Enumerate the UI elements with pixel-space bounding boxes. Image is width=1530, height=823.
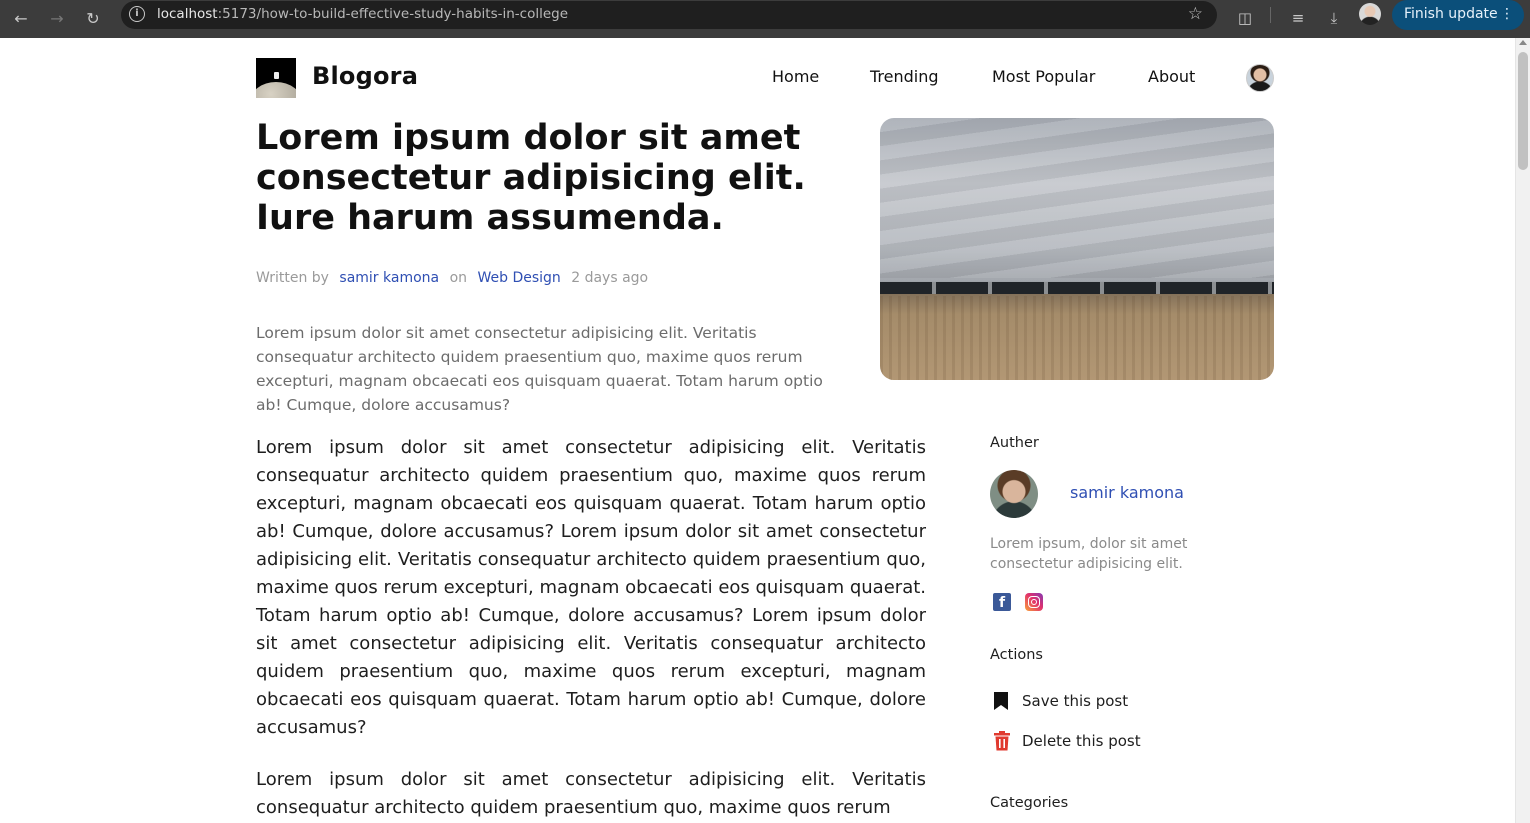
- post-cover-image: [880, 118, 1274, 380]
- download-icon[interactable]: ⤓: [1320, 4, 1348, 32]
- bookmark-star-icon[interactable]: ☆: [1188, 4, 1203, 24]
- meta-time: 2 days ago: [571, 270, 649, 286]
- nav-about[interactable]: About: [1148, 67, 1195, 86]
- more-menu-icon[interactable]: ⋮: [1500, 0, 1514, 28]
- post-paragraph: Lorem ipsum dolor sit amet consectetur a…: [256, 769, 926, 818]
- finish-update-button[interactable]: Finish update ⋮: [1392, 0, 1524, 30]
- forward-icon[interactable]: →: [42, 4, 72, 34]
- delete-post-label: Delete this post: [1022, 732, 1141, 750]
- back-icon[interactable]: ←: [6, 4, 36, 34]
- post-paragraph: Lorem ipsum dolor sit amet consectetur a…: [256, 437, 926, 738]
- nav-trending[interactable]: Trending: [870, 67, 939, 86]
- page-scrollbar[interactable]: [1515, 38, 1530, 823]
- post-excerpt: Lorem ipsum dolor sit amet consectetur a…: [256, 324, 823, 414]
- user-avatar[interactable]: [1246, 64, 1274, 92]
- author-heading: Auther: [990, 435, 1039, 451]
- address-bar[interactable]: i localhost:5173/how-to-build-effective-…: [121, 1, 1217, 29]
- meta-category-link[interactable]: Web Design: [477, 270, 560, 286]
- toolbar-divider: [1270, 7, 1271, 23]
- site-brand[interactable]: Blogora: [312, 62, 418, 90]
- author-bio: Lorem ipsum, dolor sit amet consectetur …: [990, 536, 1188, 572]
- instagram-icon[interactable]: [1025, 593, 1043, 611]
- trash-icon: [994, 731, 1010, 751]
- author-name-link[interactable]: samir kamona: [1070, 483, 1184, 502]
- meta-written-by: Written by: [256, 270, 329, 286]
- meta-author-link[interactable]: samir kamona: [339, 270, 439, 286]
- browser-toolbar: ← → ↻ i localhost:5173/how-to-build-effe…: [0, 0, 1530, 38]
- profile-avatar[interactable]: [1359, 3, 1381, 25]
- url-text[interactable]: localhost:5173/how-to-build-effective-st…: [157, 6, 568, 22]
- scroll-up-arrow-icon[interactable]: [1519, 40, 1527, 45]
- meta-on: on: [449, 270, 468, 286]
- extensions-icon[interactable]: ◫: [1231, 4, 1259, 32]
- actions-heading: Actions: [990, 647, 1043, 663]
- author-avatar[interactable]: [990, 470, 1038, 518]
- categories-heading: Categories: [990, 795, 1069, 811]
- post-title: Lorem ipsum dolor sit amet consectetur a…: [256, 118, 806, 238]
- nav-home[interactable]: Home: [772, 67, 819, 86]
- media-control-icon[interactable]: ≡: [1284, 4, 1312, 32]
- scrollbar-thumb[interactable]: [1518, 52, 1528, 170]
- site-logo[interactable]: [256, 58, 296, 98]
- site-info-icon[interactable]: i: [129, 6, 145, 22]
- reload-icon[interactable]: ↻: [78, 4, 108, 34]
- save-post-label: Save this post: [1022, 692, 1129, 710]
- post-meta: Written by samir kamona on Web Design 2 …: [256, 270, 654, 286]
- facebook-icon[interactable]: f: [993, 593, 1011, 611]
- nav-most-popular[interactable]: Most Popular: [992, 67, 1095, 86]
- bookmark-icon: [994, 692, 1008, 710]
